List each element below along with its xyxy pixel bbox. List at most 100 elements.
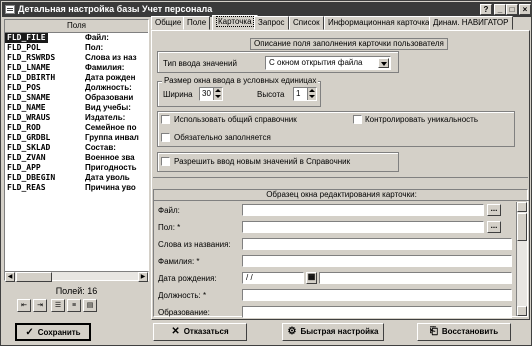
scroll-thumb[interactable] bbox=[517, 213, 527, 241]
scroll-thumb[interactable] bbox=[16, 272, 52, 282]
scroll-down-icon[interactable] bbox=[517, 306, 527, 316]
required-checkbox[interactable] bbox=[161, 133, 170, 142]
preview-field-label: Должность: * bbox=[158, 291, 207, 300]
field-name: FLD_WRAUS bbox=[7, 113, 51, 122]
delete-field-icon[interactable]: ▤ bbox=[83, 299, 97, 312]
preview-field-input[interactable] bbox=[242, 238, 512, 250]
height-value: 1 bbox=[296, 89, 301, 98]
field-list[interactable]: FLD_FILE Файл: FLD_POL Пол: FLD_RSWRDS Слова … bbox=[5, 33, 148, 278]
save-button[interactable]: ✓ Сохранить bbox=[15, 323, 91, 341]
help-button[interactable]: ? bbox=[480, 4, 492, 15]
preview-scrollbar[interactable] bbox=[516, 202, 527, 316]
list-item[interactable]: FLD_WRAUS Издатель: bbox=[5, 113, 148, 123]
use-ref-checkbox[interactable] bbox=[161, 115, 170, 124]
width-value: 30 bbox=[202, 89, 211, 98]
field-list-header: Поля bbox=[5, 20, 148, 33]
list-item[interactable]: FLD_POL Пол: bbox=[5, 43, 148, 53]
list-item[interactable]: FLD_ZVAN Военное зва bbox=[5, 153, 148, 163]
list-item[interactable]: FLD_ROD Семейное по bbox=[5, 123, 148, 133]
allow-new-checkbox[interactable] bbox=[161, 157, 170, 166]
preview-field-input[interactable] bbox=[242, 306, 512, 318]
field-list-scrollbar[interactable]: ◀ ▶ bbox=[4, 271, 149, 282]
add-field-icon[interactable]: ⇤ bbox=[17, 299, 31, 312]
maximize-button[interactable]: □ bbox=[506, 4, 518, 15]
tab-list[interactable]: Список bbox=[289, 16, 324, 30]
browse-button[interactable]: ... bbox=[487, 204, 501, 216]
preview-field-input[interactable] bbox=[242, 204, 484, 216]
preview-field-input[interactable] bbox=[242, 255, 512, 267]
list-item[interactable]: FLD_GRDBL Группа инвал bbox=[5, 133, 148, 143]
scroll-up-icon[interactable] bbox=[517, 202, 527, 212]
preview-field-label: Образование: bbox=[158, 308, 210, 317]
list-item[interactable]: FLD_POS Должность: bbox=[5, 83, 148, 93]
preview-field-label: Фамилия: * bbox=[158, 257, 200, 266]
size-group-label: Размер окна ввода в условных единицах bbox=[162, 76, 319, 85]
x-icon: ✕ bbox=[171, 326, 180, 337]
preview-field-label: Пол: * bbox=[158, 223, 181, 232]
list-item[interactable]: FLD_APP Пригодность bbox=[5, 163, 148, 173]
spin-arrows-icon[interactable] bbox=[213, 88, 222, 100]
field-name: FLD_POL bbox=[7, 43, 41, 52]
preview-field-input[interactable]: / / bbox=[242, 272, 304, 284]
cancel-button[interactable]: ✕ Отказаться bbox=[153, 323, 247, 341]
value-type-label: Тип ввода значений bbox=[163, 59, 237, 68]
field-caption: Пол: bbox=[85, 43, 104, 52]
field-name: FLD_RSWRDS bbox=[7, 53, 56, 62]
tab-info-card[interactable]: Информационная карточка bbox=[324, 16, 434, 30]
minimize-button[interactable]: _ bbox=[494, 4, 506, 15]
field-caption: Слова из наз bbox=[85, 53, 137, 62]
list-item[interactable]: FLD_DBEGIN Дата уволь bbox=[5, 173, 148, 183]
list-item[interactable]: FLD_SNAME Образовани bbox=[5, 93, 148, 103]
move-down-icon[interactable]: ≡ bbox=[67, 299, 81, 312]
spin-arrows-icon[interactable] bbox=[307, 88, 316, 100]
value-type-value: С окном открытия файла bbox=[269, 58, 363, 67]
list-item[interactable]: FLD_LNAME Фамилия: bbox=[5, 63, 148, 73]
move-up-icon[interactable]: ☰ bbox=[51, 299, 65, 312]
field-caption: Семейное по bbox=[85, 123, 137, 132]
height-spinner[interactable]: 1 bbox=[293, 87, 317, 101]
restore-button[interactable]: ⎗ Восстановить bbox=[417, 323, 511, 341]
list-item[interactable]: FLD_FILE Файл: bbox=[5, 33, 148, 43]
gear-icon: ⚙ bbox=[287, 326, 297, 337]
field-name: FLD_LNAME bbox=[7, 63, 51, 72]
preview-field-label: Слова из названия: bbox=[158, 240, 231, 249]
close-button[interactable]: × bbox=[519, 4, 531, 15]
field-name: FLD_FILE bbox=[5, 33, 48, 43]
preview-field-input[interactable] bbox=[319, 272, 512, 284]
value-type-combo[interactable]: С окном открытия файла bbox=[265, 56, 391, 70]
insert-field-icon[interactable]: ⇥ bbox=[33, 299, 47, 312]
field-caption: Должность: bbox=[85, 83, 132, 92]
field-name: FLD_ZVAN bbox=[7, 153, 46, 162]
list-item[interactable]: FLD_DBIRTH Дата рожден bbox=[5, 73, 148, 83]
tab-general[interactable]: Общие bbox=[151, 16, 186, 30]
app-icon bbox=[5, 5, 15, 14]
scroll-left-icon[interactable]: ◀ bbox=[5, 272, 15, 282]
width-spinner[interactable]: 30 bbox=[199, 87, 223, 101]
field-caption: Причина уво bbox=[85, 183, 136, 192]
preview-field-label: Файл: bbox=[158, 206, 180, 215]
field-caption: Вид учебы: bbox=[85, 103, 131, 112]
field-caption: Фамилия: bbox=[85, 63, 125, 72]
restore-icon: ⎗ bbox=[429, 326, 438, 337]
control-unique-checkbox[interactable] bbox=[353, 115, 362, 124]
tab-navigator[interactable]: Динам. НАВИГАТОР bbox=[429, 16, 513, 30]
list-item[interactable]: FLD_RSWRDS Слова из наз bbox=[5, 53, 148, 63]
field-name: FLD_GRDBL bbox=[7, 133, 51, 142]
list-item[interactable]: FLD_REAS Причина уво bbox=[5, 183, 148, 193]
control-unique-label: Контролировать уникальность bbox=[365, 115, 478, 124]
preview-field-input[interactable] bbox=[242, 289, 512, 301]
required-label: Обязательно заполняется bbox=[174, 133, 271, 142]
window-title: Детальная настройка базы Учет персонала bbox=[18, 4, 213, 14]
tab-query[interactable]: Запрос bbox=[254, 16, 289, 30]
tab-field[interactable]: Поле bbox=[183, 16, 211, 30]
preview-field-input[interactable] bbox=[242, 221, 484, 233]
quick-setup-button[interactable]: ⚙ Быстрая настройка bbox=[282, 323, 384, 341]
list-item[interactable]: FLD_NAME Вид учебы: bbox=[5, 103, 148, 113]
chevron-down-icon[interactable] bbox=[378, 58, 389, 68]
scroll-right-icon[interactable]: ▶ bbox=[138, 272, 148, 282]
browse-button[interactable]: ... bbox=[487, 221, 501, 233]
calendar-icon[interactable]: ▦ bbox=[306, 272, 317, 284]
tab-card[interactable]: Карточка bbox=[212, 15, 258, 31]
divider bbox=[153, 177, 528, 178]
list-item[interactable]: FLD_SKLAD Состав: bbox=[5, 143, 148, 153]
